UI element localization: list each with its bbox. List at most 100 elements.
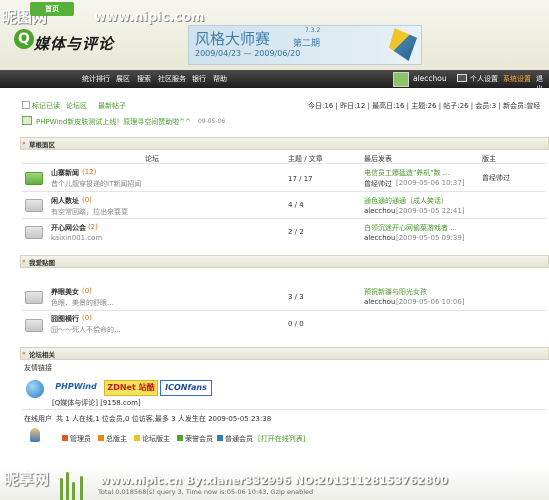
forum-today-count: (0)	[82, 196, 92, 204]
notice-date: 09-05-06	[198, 118, 226, 125]
mark-read-icon	[22, 101, 30, 109]
nav-system-settings[interactable]: 系统设置	[503, 74, 531, 84]
nav-personal-settings[interactable]: 个人设置	[470, 74, 498, 84]
message-icon[interactable]	[457, 74, 467, 82]
last-post-title[interactable]: 电信员工爆猛造"养机"数 ...	[364, 168, 449, 178]
forum-stats-count: 17 / 17	[288, 175, 313, 183]
divider	[22, 409, 546, 410]
last-post-title[interactable]: 通色通的通通（成人笑话）	[364, 196, 448, 206]
honor-member-color-icon	[177, 435, 183, 441]
nav-logout[interactable]: 退出	[536, 74, 549, 94]
nav-item-search[interactable]: 搜索	[137, 74, 151, 84]
folder-icon	[25, 291, 43, 304]
forum-desc: 昔个儿靓穿投递的IT新闻招闻	[51, 180, 142, 188]
divider	[22, 163, 546, 164]
site-logo-icon[interactable]: Q	[14, 29, 34, 49]
forum-name[interactable]: 山寨新闻	[51, 168, 79, 178]
mark-read-link[interactable]: 标记已读	[32, 101, 60, 111]
forum-today-count: (0)	[82, 314, 92, 322]
grass-decoration	[72, 482, 75, 500]
link-logo-phpwind[interactable]: PHPWind	[52, 380, 100, 394]
legend-super-mod: 总版主	[106, 435, 127, 443]
forum-today-count: (12)	[82, 168, 97, 176]
user-group-icon	[30, 428, 40, 442]
last-post-user[interactable]: alecchou	[364, 207, 395, 215]
forum-desc: 囧～～死人不偿命的...	[51, 326, 121, 334]
section-header-grassroots[interactable]: 草根面区	[20, 137, 549, 150]
banner-flag-graphic	[389, 28, 417, 61]
forum-name[interactable]: 囧图横行	[51, 314, 79, 324]
folder-icon	[25, 319, 43, 332]
last-post-user[interactable]: alecchou	[364, 298, 395, 306]
last-post-user[interactable]: 曾经帅过	[364, 179, 392, 189]
folder-icon	[25, 226, 43, 239]
latest-posts-link[interactable]: 最新帖子	[98, 101, 126, 111]
member-color-icon	[217, 435, 223, 441]
divider	[22, 191, 546, 192]
last-post-title[interactable]: 预祝新疆与阳光女孩	[364, 287, 427, 297]
last-post-time: [2009-05-05 22:41]	[396, 207, 465, 215]
forum-mod-color-icon	[134, 435, 140, 441]
legend-honor-member: 荣誉会员	[185, 435, 213, 443]
grass-decoration	[80, 476, 83, 500]
forum-stats-count: 0 / 0	[288, 320, 304, 328]
divider	[22, 310, 546, 311]
online-users-summary: 共 1 人在线,1 位会员,0 位访客,最多 3 人发生在 2009-05-05…	[56, 415, 272, 423]
globe-icon	[26, 380, 44, 398]
footer-debug-info: Total 0.018568(s) query 3, Time now is:0…	[98, 488, 314, 496]
forum-today-count: (0)	[82, 287, 92, 295]
collapse-icon[interactable]: »	[22, 258, 26, 265]
folder-icon	[25, 199, 43, 212]
banner-date: 2009/04/23 — 2009/06/20	[195, 49, 301, 58]
nav-item-showcase[interactable]: 展区	[116, 74, 130, 84]
banner-subtitle: 第二期	[293, 39, 321, 49]
forum-stats-count: 2 / 2	[288, 228, 304, 236]
watermark-bottom-logo: 昵享网	[4, 470, 50, 488]
moderator-name[interactable]: 曾经帅过	[482, 173, 510, 183]
notice-icon	[22, 116, 32, 125]
grass-decoration	[60, 478, 63, 500]
nav-item-help[interactable]: 帮助	[213, 74, 227, 84]
link-logo-iconfans[interactable]: ICONfans	[160, 380, 212, 396]
online-users-label: 在线用户	[24, 415, 52, 423]
watermark-bottom-text: www.nipic.cn By:xianer332996 NO:20131128…	[100, 474, 448, 487]
divider	[22, 218, 546, 219]
last-post-time: [2009-05-06 10:37]	[396, 179, 465, 187]
link-logo-zdnet[interactable]: ZDNet 站酷	[104, 380, 158, 396]
last-post-user[interactable]: alecchou	[364, 234, 395, 242]
username-link[interactable]: alecchou	[413, 74, 447, 83]
last-post-time: [2009-05-05 09:39]	[396, 234, 465, 242]
legend-forum-mod: 论坛版主	[142, 435, 170, 443]
admin-color-icon	[62, 435, 68, 441]
forum-name[interactable]: 开心网公会	[51, 223, 86, 233]
nav-home-button[interactable]: 首页	[30, 2, 74, 16]
forum-name[interactable]: 闲人数址	[51, 196, 79, 206]
legend-admin: 管理员	[70, 435, 91, 443]
nav-item-stats[interactable]: 统计排行	[82, 74, 110, 84]
forum-stats-count: 4 / 4	[288, 201, 304, 209]
forum-today-count: (2)	[88, 223, 98, 231]
watermark-url: www.nipic.com	[94, 10, 205, 25]
site-logo-text[interactable]: 媒体与评论	[34, 33, 114, 54]
section-header-forum-related[interactable]: 论坛相关	[20, 347, 549, 360]
forum-desc: 色眼、美景的舒眼...	[51, 299, 114, 307]
forum-area-link[interactable]: 论坛区	[66, 101, 87, 111]
last-post-time: [2009-05-06 10:06]	[396, 298, 465, 306]
legend-member: 普通会员	[225, 435, 253, 443]
avatar[interactable]	[393, 72, 409, 87]
nav-item-bank[interactable]: 银行	[192, 74, 206, 84]
ad-banner[interactable]: 风格大师赛 7.3.2 第二期 2009/04/23 — 2009/06/20	[188, 25, 422, 65]
forum-desc: kaixin001.com	[51, 234, 103, 242]
open-online-list-link[interactable]: [打开在线列表]	[258, 434, 305, 444]
text-links[interactable]: [Q媒体与评论] [9158.com]	[52, 398, 141, 408]
grass-decoration	[66, 472, 69, 500]
forum-name[interactable]: 养眼美女	[51, 287, 79, 297]
collapse-icon[interactable]: »	[22, 140, 26, 147]
last-post-title[interactable]: 白领沉迷开心网偷菜游戏者 ...	[364, 223, 457, 233]
section-title: 论坛相关	[29, 351, 55, 359]
section-header-pictures[interactable]: 我爱贴图	[20, 255, 549, 268]
nav-item-community[interactable]: 社区服务	[158, 74, 186, 84]
banner-version: 7.3.2	[305, 27, 321, 34]
notice-link[interactable]: PHPWind新皮肤测试上线！原理寻空间赞助啦^^	[36, 117, 191, 127]
collapse-icon[interactable]: »	[22, 350, 26, 357]
